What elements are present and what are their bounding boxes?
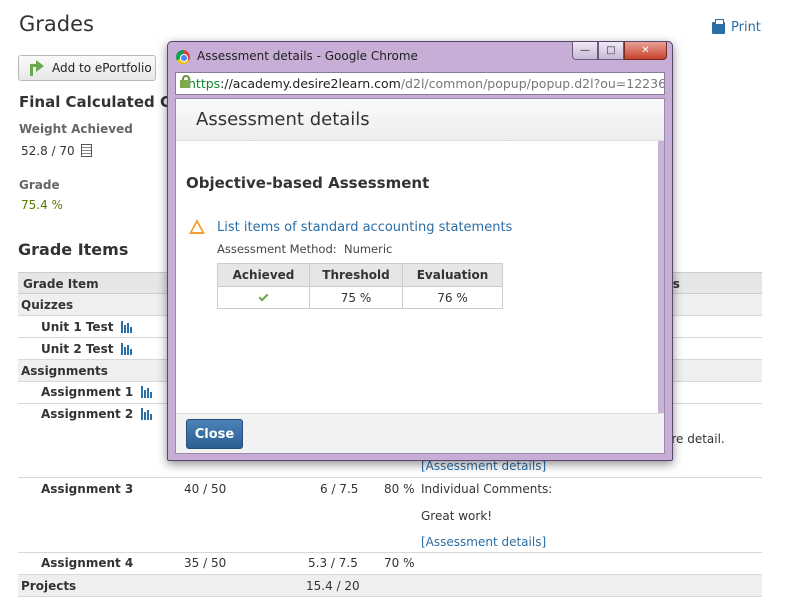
threshold-header: Threshold bbox=[309, 263, 403, 287]
method-value: Numeric bbox=[343, 242, 393, 256]
item-name: Assignment 2 bbox=[41, 407, 134, 421]
scrollbar[interactable] bbox=[658, 141, 664, 413]
checkmark-icon bbox=[258, 291, 269, 301]
achieved-cell bbox=[217, 286, 310, 309]
grade-percent: 70 % bbox=[384, 556, 415, 570]
evaluation-header: Evaluation bbox=[402, 263, 503, 287]
statistics-icon[interactable] bbox=[141, 408, 153, 420]
weight-achieved-label: Weight Achieved bbox=[19, 122, 133, 136]
comments-label: Individual Comments: bbox=[421, 482, 553, 496]
method-label: Assessment Method: bbox=[217, 242, 337, 256]
points-value: 35 / 50 bbox=[184, 556, 227, 570]
comment-text: ore detail. bbox=[664, 432, 725, 446]
calculator-icon[interactable] bbox=[80, 144, 92, 157]
eportfolio-label: Add to ePortfolio bbox=[52, 61, 152, 75]
window-controls: — □ ✕ bbox=[572, 42, 667, 60]
print-link[interactable]: Print bbox=[712, 18, 761, 35]
assessment-details-link[interactable]: [Assessment details] bbox=[421, 459, 546, 473]
grade-label: Grade bbox=[19, 178, 60, 192]
achieved-header: Achieved bbox=[217, 263, 310, 287]
weight-achieved-value: 52.8 / 70 bbox=[21, 144, 75, 158]
points-value: 40 / 50 bbox=[184, 482, 227, 496]
assessment-method: Assessment Method: Numeric bbox=[217, 242, 392, 256]
item-name: Unit 2 Test bbox=[41, 342, 114, 356]
grade-items-heading: Grade Items bbox=[18, 240, 129, 259]
maximize-button[interactable]: □ bbox=[598, 42, 624, 60]
final-grade-heading: Final Calculated Gr bbox=[19, 93, 180, 111]
item-name: Assignment 3 bbox=[41, 482, 134, 496]
assessment-table: Achieved Threshold Evaluation 75 % 76 % bbox=[217, 263, 503, 309]
statistics-icon[interactable] bbox=[121, 343, 133, 355]
assessment-details-window: Assessment details - Google Chrome — □ ✕… bbox=[167, 41, 673, 461]
url-scheme: https bbox=[188, 76, 221, 91]
grade-percent: 80 % bbox=[384, 482, 415, 496]
grade-value: 75.4 % bbox=[21, 198, 63, 212]
threshold-cell: 75 % bbox=[309, 286, 403, 309]
category-name: Projects bbox=[21, 579, 77, 593]
category-row-projects: Projects 15.4 / 20 bbox=[18, 575, 762, 597]
page-title: Grades bbox=[19, 12, 94, 36]
table-row: Assignment 4 35 / 50 5.3 / 7.5 70 % bbox=[18, 553, 762, 575]
item-name: Assignment 1 bbox=[41, 385, 134, 399]
add-to-eportfolio-button[interactable]: Add to ePortfolio bbox=[18, 55, 156, 81]
item-name: Assignment 4 bbox=[41, 556, 134, 570]
window-close-button[interactable]: ✕ bbox=[624, 42, 667, 60]
chrome-icon bbox=[176, 50, 190, 64]
evaluation-cell: 76 % bbox=[402, 286, 503, 309]
objective-link[interactable]: List items of standard accounting statem… bbox=[217, 220, 512, 235]
minimize-button[interactable]: — bbox=[572, 42, 598, 60]
weight-achieved-row: 52.8 / 70 bbox=[21, 144, 92, 158]
weight-value: 5.3 / 7.5 bbox=[308, 556, 358, 570]
url-path: /d2l/common/popup/popup.d2l?ou=12236&que… bbox=[400, 76, 664, 91]
objective-heading: Objective-based Assessment bbox=[186, 174, 430, 192]
close-button[interactable]: Close bbox=[186, 419, 243, 449]
comment-text: Great work! bbox=[421, 509, 493, 523]
weight-value: 6 / 7.5 bbox=[320, 482, 359, 496]
print-label: Print bbox=[731, 20, 761, 35]
address-bar[interactable]: https://academy.desire2learn.com/d2l/com… bbox=[175, 72, 665, 95]
grade-item-column-header: Grade Item bbox=[23, 277, 99, 291]
statistics-icon[interactable] bbox=[141, 386, 153, 398]
weight-value: 15.4 / 20 bbox=[306, 579, 360, 593]
warning-icon bbox=[189, 219, 205, 234]
item-name: Unit 1 Test bbox=[41, 320, 114, 334]
popup-header: Assessment details bbox=[176, 99, 664, 141]
table-row: Assignment 3 40 / 50 6 / 7.5 80 % Indivi… bbox=[18, 478, 762, 553]
statistics-icon[interactable] bbox=[121, 321, 133, 333]
popup-footer: Close bbox=[176, 413, 664, 453]
assessment-details-link[interactable]: [Assessment details] bbox=[421, 535, 546, 549]
printer-icon bbox=[712, 18, 725, 34]
url-host: ://academy.desire2learn.com bbox=[220, 76, 401, 91]
window-title: Assessment details - Google Chrome bbox=[197, 49, 418, 63]
popup-content: Assessment details Objective-based Asses… bbox=[175, 98, 665, 454]
share-arrow-icon bbox=[28, 60, 46, 76]
